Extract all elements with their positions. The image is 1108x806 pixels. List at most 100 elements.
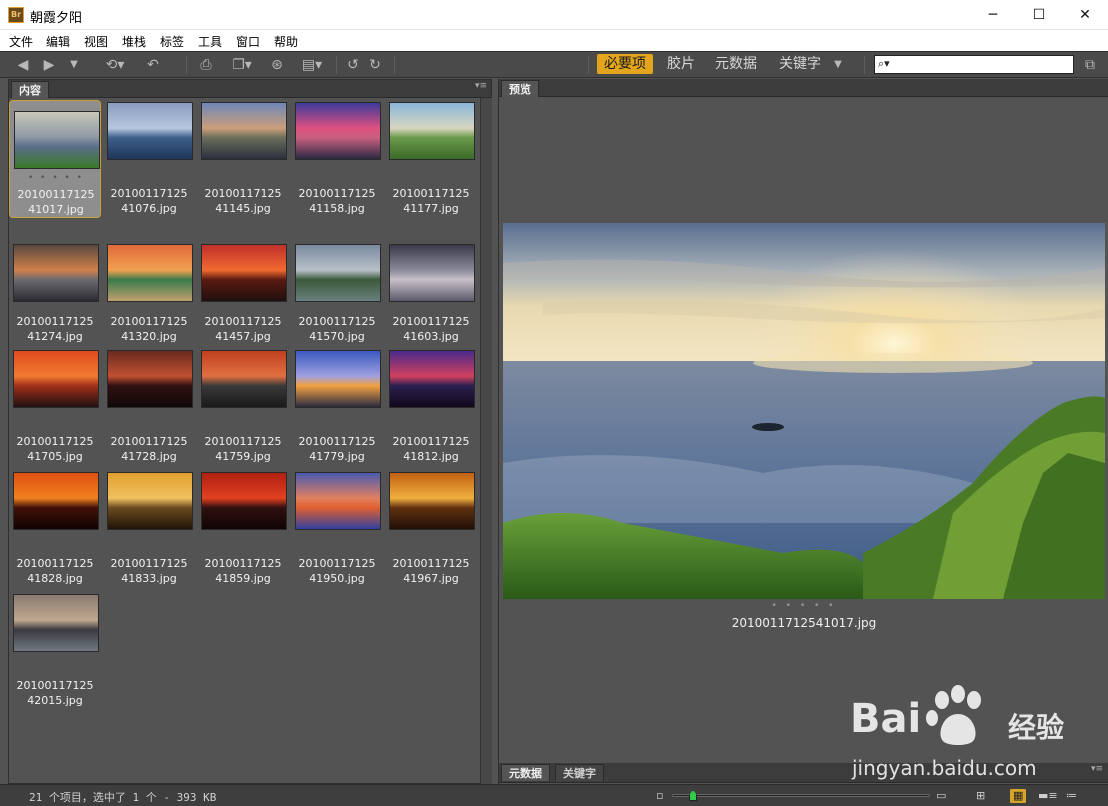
toolbar-separator [394,56,395,74]
view-list-icon[interactable]: ≔ [1066,789,1077,803]
preview-panel-tabbar: 预览 [499,79,1108,97]
rotate-left-icon[interactable]: ↺ [344,55,362,75]
panel-menu-icon[interactable]: ▾≡ [1091,764,1103,774]
thumbnail-image [295,350,381,408]
forward-arrow-icon[interactable]: ▶ [38,55,60,75]
lock-grid-icon[interactable]: ⊞ [976,789,985,803]
output-icon[interactable]: ▤▾ [296,55,328,75]
camera-import-icon[interactable]: ⎙ [194,55,218,75]
thumbnail-image [201,244,287,302]
workspace-keywords[interactable]: 关键字 [772,54,828,74]
menu-bar: 文件 编辑 视图 堆栈 标签 工具 窗口 帮助 [0,30,1108,51]
bridge-window: Br 朝霞夕阳 ─ ☐ ✕ 文件 编辑 视图 堆栈 标签 工具 窗口 帮助 ◀ … [0,0,1108,806]
menu-window[interactable]: 窗口 [236,33,260,50]
content-scrollbar[interactable] [480,98,492,784]
zoom-out-icon[interactable]: ▫ [656,789,663,803]
menu-tools[interactable]: 工具 [198,33,222,50]
rotate-right-icon[interactable]: ↻ [366,55,384,75]
thumbnail-image [295,244,381,302]
thumbnail-item[interactable]: 20100117125 41603.jpg [385,230,477,348]
chevron-down-icon[interactable]: ▼ [64,55,84,75]
thumbnail-filename-line1: 20100117125 [298,187,376,200]
thumbnail-item[interactable]: 20100117125 41177.jpg [385,100,477,218]
thumbnail-grid: • • • • • 20100117125 41017.jpg 20100117125… [9,98,479,778]
open-in-camera-raw-icon[interactable]: ⊛ [266,55,288,75]
menu-label[interactable]: 标签 [160,33,184,50]
back-arrow-icon[interactable]: ◀ [12,55,34,75]
workspace-metadata[interactable]: 元数据 [708,54,764,74]
thumbnail-filename-line2: 41950.jpg [309,572,365,585]
thumbnail-item[interactable]: 20100117125 41728.jpg [103,348,195,466]
thumbnail-filename-line1: 20100117125 [110,435,188,448]
close-button[interactable]: ✕ [1062,0,1108,30]
thumbnail-filename-line1: 20100117125 [392,557,470,570]
toolbar: ◀ ▶ ▼ ⟲▾ ↶ ⎙ ❐▾ ⊛ ▤▾ ↺ ↻ 必要项 胶片 元数据 关键字 … [0,51,1108,78]
bridge-logo-icon: Br [8,7,24,23]
view-thumbnails-icon[interactable]: ▦ [1010,789,1027,803]
toolbar-separator [864,56,865,74]
thumbnail-image [295,472,381,530]
content-panel: 内容 ▾≡ • • • • • 20100117125 41017.jpg 20100… [8,79,492,784]
thumbnail-filename-line1: 20100117125 [16,679,94,692]
preview-panel: 预览 • • • • • 2010011712541017.jpg [498,79,1108,763]
tab-content[interactable]: 内容 [11,81,49,98]
thumbnail-filename-line2: 41076.jpg [121,202,177,215]
workspace-chevron-down-icon[interactable]: ▼ [830,55,846,75]
thumbnail-item[interactable]: 20100117125 41812.jpg [385,348,477,466]
compact-mode-icon[interactable]: ⧉ [1080,55,1100,75]
view-details-icon[interactable]: ▬≡ [1038,789,1058,803]
thumbnail-size-slider[interactable] [672,790,930,801]
thumbnail-item[interactable]: • • • • • 20100117125 41017.jpg [9,100,101,218]
thumbnail-item[interactable]: 20100117125 41457.jpg [197,230,289,348]
thumbnail-item[interactable]: 20100117125 42015.jpg [9,592,101,710]
menu-file[interactable]: 文件 [9,33,33,50]
menu-help[interactable]: 帮助 [274,33,298,50]
thumbnail-filename-line1: 20100117125 [298,435,376,448]
thumbnail-item[interactable]: 20100117125 41705.jpg [9,348,101,466]
thumbnail-image [107,350,193,408]
thumbnail-filename-line2: 41603.jpg [403,330,459,343]
thumbnail-item[interactable]: 20100117125 41779.jpg [291,348,383,466]
thumbnail-item[interactable]: 20100117125 41274.jpg [9,230,101,348]
panel-menu-icon[interactable]: ▾≡ [475,81,487,91]
thumbnail-item[interactable]: 20100117125 41759.jpg [197,348,289,466]
slider-knob[interactable] [689,790,697,801]
thumbnail-item[interactable]: 20100117125 41570.jpg [291,230,383,348]
thumbnail-filename-line2: 41859.jpg [215,572,271,585]
thumbnail-filename-line1: 20100117125 [110,187,188,200]
thumbnail-filename-line1: 20100117125 [204,315,282,328]
refine-icon[interactable]: ❐▾ [226,55,258,75]
maximize-button[interactable]: ☐ [1016,0,1062,30]
minimize-button[interactable]: ─ [970,0,1016,30]
menu-edit[interactable]: 编辑 [46,33,70,50]
thumbnail-item[interactable]: 20100117125 41950.jpg [291,470,383,588]
menu-stacks[interactable]: 堆栈 [122,33,146,50]
tab-keywords[interactable]: 关键字 [555,764,604,781]
rating-dots[interactable]: • • • • • [10,173,102,183]
thumbnail-item[interactable]: 20100117125 41967.jpg [385,470,477,588]
thumbnail-image [389,244,475,302]
thumbnail-item[interactable]: 20100117125 41828.jpg [9,470,101,588]
thumbnail-item[interactable]: 20100117125 41145.jpg [197,100,289,218]
tab-preview[interactable]: 预览 [501,80,539,97]
thumbnail-item[interactable]: 20100117125 41076.jpg [103,100,195,218]
thumbnail-filename-line2: 41759.jpg [215,450,271,463]
thumbnail-item[interactable]: 20100117125 41859.jpg [197,470,289,588]
workspace-filmstrip[interactable]: 胶片 [660,54,702,74]
thumbnail-image [13,350,99,408]
search-input[interactable] [893,56,1071,73]
preview-image[interactable] [503,223,1105,599]
thumbnail-item[interactable]: 20100117125 41833.jpg [103,470,195,588]
workspace-essentials[interactable]: 必要项 [597,54,653,74]
return-to-app-icon[interactable]: ↶ [142,55,164,75]
tab-metadata[interactable]: 元数据 [501,764,550,781]
thumbnail-item[interactable]: 20100117125 41158.jpg [291,100,383,218]
thumbnail-filename-line2: 41158.jpg [309,202,365,215]
thumbnail-filename-line1: 20100117125 [298,557,376,570]
menu-view[interactable]: 视图 [84,33,108,50]
thumbnail-item[interactable]: 20100117125 41320.jpg [103,230,195,348]
preview-filename: 2010011712541017.jpg [731,616,877,630]
recent-folder-icon[interactable]: ⟲▾ [100,55,130,75]
search-field[interactable]: ⌕▾ [874,55,1074,74]
zoom-in-icon[interactable]: ▭ [936,789,946,803]
